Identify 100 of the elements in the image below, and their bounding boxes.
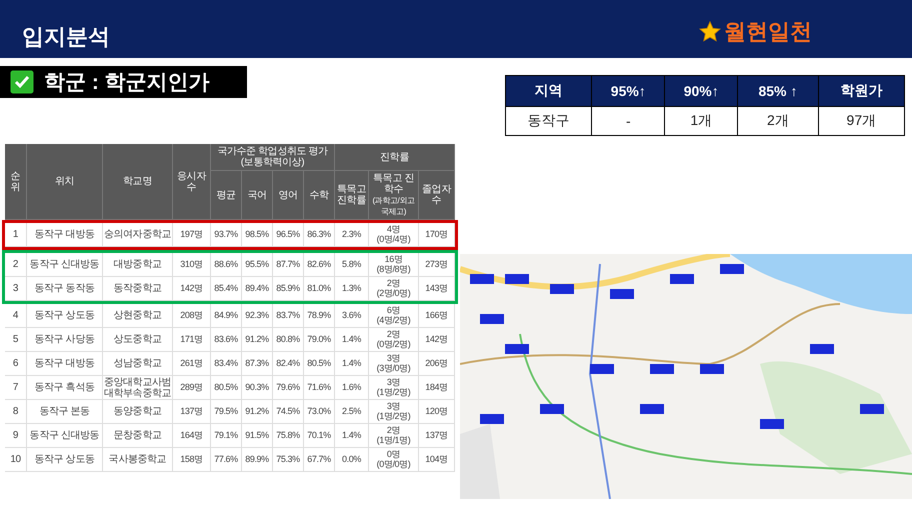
table-cell: 3명 (1명/2명) bbox=[369, 376, 419, 400]
table-cell: 3명 (1명/2명) bbox=[369, 400, 419, 424]
column-header: 수학 bbox=[304, 171, 335, 220]
table-cell: 86.3% bbox=[304, 223, 335, 247]
table-cell: 1 bbox=[5, 223, 27, 247]
table-cell: 310명 bbox=[173, 253, 211, 277]
table-cell: 1.4% bbox=[335, 424, 369, 448]
table-cell: 8 bbox=[5, 400, 27, 424]
column-header: 영어 bbox=[273, 171, 304, 220]
table-cell: 143명 bbox=[419, 277, 455, 301]
table-cell: 197명 bbox=[173, 223, 211, 247]
table-cell: 87.7% bbox=[273, 253, 304, 277]
table-cell: 137명 bbox=[419, 424, 455, 448]
column-header: 응시자수 bbox=[173, 144, 211, 220]
table-cell: 91.2% bbox=[242, 328, 273, 352]
badge-text: 월현일천 bbox=[724, 18, 812, 46]
table-cell: 79.5% bbox=[211, 400, 242, 424]
table-cell: 1개 bbox=[664, 106, 738, 136]
table-cell: 9 bbox=[5, 424, 27, 448]
table-cell: 5.8% bbox=[335, 253, 369, 277]
table-cell: 73.0% bbox=[304, 400, 335, 424]
table-cell: 0명 (0명/0명) bbox=[369, 448, 419, 472]
table-cell: 85.4% bbox=[211, 277, 242, 301]
table-cell: 92.3% bbox=[242, 304, 273, 328]
table-cell: 142명 bbox=[419, 328, 455, 352]
table-cell: 206명 bbox=[419, 352, 455, 376]
table-cell: 동작구 동작동 bbox=[27, 277, 103, 301]
table-cell: 2.3% bbox=[335, 223, 369, 247]
table-cell: 2명 (0명/2명) bbox=[369, 328, 419, 352]
table-cell: 79.0% bbox=[304, 328, 335, 352]
column-header: 학원가 bbox=[818, 76, 904, 106]
column-header: 학교명 bbox=[103, 144, 173, 220]
table-cell: 1.6% bbox=[335, 376, 369, 400]
column-header: 90%↑ bbox=[664, 76, 738, 106]
table-cell: 82.4% bbox=[273, 352, 304, 376]
table-cell: 75.3% bbox=[273, 448, 304, 472]
column-header: 특목고 진학률 bbox=[335, 171, 369, 220]
column-header: 순위 bbox=[5, 144, 27, 220]
table-cell: 80.5% bbox=[211, 376, 242, 400]
table-cell: 7 bbox=[5, 376, 27, 400]
table-cell: 75.8% bbox=[273, 424, 304, 448]
table-cell: 88.6% bbox=[211, 253, 242, 277]
table-cell: 79.1% bbox=[211, 424, 242, 448]
table-cell: 동작중학교 bbox=[103, 277, 173, 301]
table-cell: 166명 bbox=[419, 304, 455, 328]
table-cell: 2.5% bbox=[335, 400, 369, 424]
column-header: 국가수준 학업성취도 평가 (보통학력이상) bbox=[211, 144, 335, 171]
table-cell: 83.7% bbox=[273, 304, 304, 328]
column-header: 특목고 진학수 (과학고/외고국제고) bbox=[369, 171, 419, 220]
table-cell: 83.6% bbox=[211, 328, 242, 352]
page-title: 입지분석 bbox=[22, 23, 110, 51]
column-header: 85% ↑ bbox=[738, 76, 818, 106]
table-cell: 동양중학교 bbox=[103, 400, 173, 424]
table-cell: 98.5% bbox=[242, 223, 273, 247]
table-cell: 1.4% bbox=[335, 328, 369, 352]
table-cell: 79.6% bbox=[273, 376, 304, 400]
table-cell: 4 bbox=[5, 304, 27, 328]
table-cell: 170명 bbox=[419, 223, 455, 247]
table-cell: 10 bbox=[5, 448, 27, 472]
table-cell: 3.6% bbox=[335, 304, 369, 328]
column-header: 진학률 bbox=[335, 144, 455, 171]
table-cell: 80.5% bbox=[304, 352, 335, 376]
table-cell: 137명 bbox=[173, 400, 211, 424]
table-cell: 91.5% bbox=[242, 424, 273, 448]
table-cell: 동작구 대방동 bbox=[27, 223, 103, 247]
table-cell: 74.5% bbox=[273, 400, 304, 424]
table-cell: 82.6% bbox=[304, 253, 335, 277]
column-header: 95%↑ bbox=[592, 76, 665, 106]
table-cell: 95.5% bbox=[242, 253, 273, 277]
table-cell: 3 bbox=[5, 277, 27, 301]
table-cell: 중앙대학교사범대학부속중학교 bbox=[103, 376, 173, 400]
table-cell: 184명 bbox=[419, 376, 455, 400]
table-cell: 120명 bbox=[419, 400, 455, 424]
table-cell: 동작구 흑석동 bbox=[27, 376, 103, 400]
table-cell: 2명 (2명/0명) bbox=[369, 277, 419, 301]
table-cell: 0.0% bbox=[335, 448, 369, 472]
column-header: 국어 bbox=[242, 171, 273, 220]
table-cell: 77.6% bbox=[211, 448, 242, 472]
table-cell: 171명 bbox=[173, 328, 211, 352]
table-cell: 83.4% bbox=[211, 352, 242, 376]
table-cell: 84.9% bbox=[211, 304, 242, 328]
table-cell: 성남중학교 bbox=[103, 352, 173, 376]
table-cell: 90.3% bbox=[242, 376, 273, 400]
table-cell: 동작구 사당동 bbox=[27, 328, 103, 352]
table-cell: 16명 (8명/8명) bbox=[369, 253, 419, 277]
column-header: 졸업자수 bbox=[419, 171, 455, 220]
table-cell: 4명 (0명/4명) bbox=[369, 223, 419, 247]
column-header: 위치 bbox=[27, 144, 103, 220]
table-cell: 89.4% bbox=[242, 277, 273, 301]
table-cell: 273명 bbox=[419, 253, 455, 277]
table-cell: 87.3% bbox=[242, 352, 273, 376]
table-cell: 동작구 상도동 bbox=[27, 304, 103, 328]
table-cell: 동작구 본동 bbox=[27, 400, 103, 424]
table-cell: - bbox=[592, 106, 665, 136]
table-cell: 6 bbox=[5, 352, 27, 376]
column-header: 평균 bbox=[211, 171, 242, 220]
table-cell: 208명 bbox=[173, 304, 211, 328]
table-cell: 5 bbox=[5, 328, 27, 352]
table-cell: 상현중학교 bbox=[103, 304, 173, 328]
table-cell: 대방중학교 bbox=[103, 253, 173, 277]
